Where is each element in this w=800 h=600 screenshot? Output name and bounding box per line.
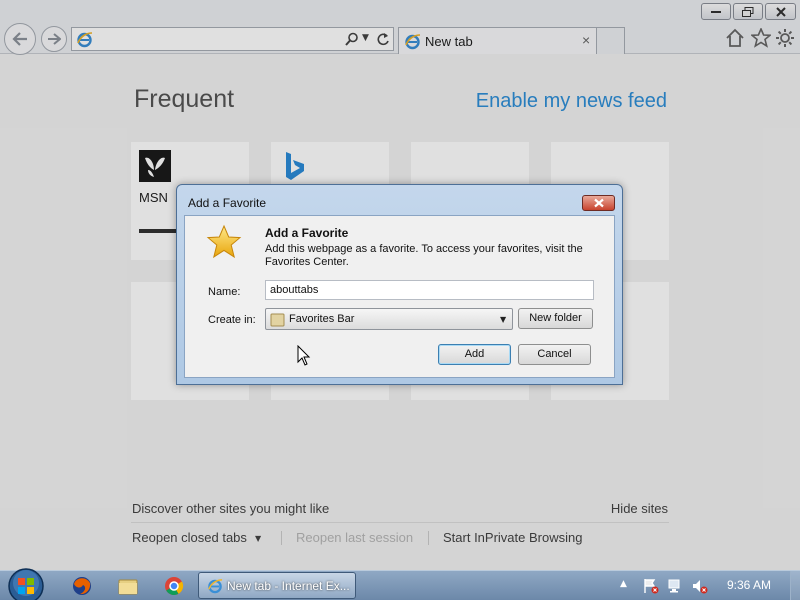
- folder-icon: [270, 313, 285, 327]
- add-button[interactable]: Add: [438, 344, 511, 365]
- taskbar-button-internet-explorer[interactable]: New tab - Internet Ex...: [198, 572, 356, 599]
- action-center-flag-icon[interactable]: [643, 578, 659, 594]
- tray-expand-icon[interactable]: ▲: [620, 579, 627, 589]
- close-icon: [593, 198, 604, 208]
- network-icon[interactable]: [667, 578, 683, 594]
- name-field[interactable]: abouttabs: [265, 280, 594, 300]
- create-in-label: Create in:: [208, 314, 256, 326]
- volume-muted-icon[interactable]: [692, 578, 708, 594]
- explorer-folder-icon[interactable]: [117, 575, 139, 597]
- taskbar: New tab - Internet Ex... ▲ 9:36 AM: [0, 567, 800, 600]
- new-folder-button[interactable]: New folder: [518, 308, 593, 329]
- dialog-body: Add a Favorite Add this webpage as a fav…: [184, 215, 615, 378]
- dialog-close-button[interactable]: [582, 195, 615, 211]
- firefox-icon[interactable]: [71, 575, 93, 597]
- chevron-down-icon: ▼: [500, 315, 507, 324]
- dialog-heading: Add a Favorite: [265, 226, 349, 240]
- taskbar-button-label: New tab - Internet Ex...: [227, 579, 350, 593]
- cancel-button[interactable]: Cancel: [518, 344, 591, 365]
- dialog-description: Add this webpage as a favorite. To acces…: [265, 243, 583, 268]
- name-label: Name:: [208, 286, 241, 298]
- ie-icon: [208, 579, 223, 594]
- add-favorite-dialog: Add a Favorite Add a Favorite Add this w…: [176, 184, 623, 385]
- favorite-star-icon: [206, 224, 242, 259]
- create-in-dropdown[interactable]: Favorites Bar ▼: [265, 308, 513, 330]
- chrome-icon[interactable]: [163, 575, 185, 597]
- start-orb-icon[interactable]: [7, 567, 45, 600]
- dialog-title: Add a Favorite: [188, 196, 267, 210]
- mouse-cursor-icon: [297, 345, 311, 366]
- create-in-value: Favorites Bar: [289, 313, 355, 325]
- show-desktop-button[interactable]: [790, 571, 800, 600]
- clock[interactable]: 9:36 AM: [727, 578, 771, 592]
